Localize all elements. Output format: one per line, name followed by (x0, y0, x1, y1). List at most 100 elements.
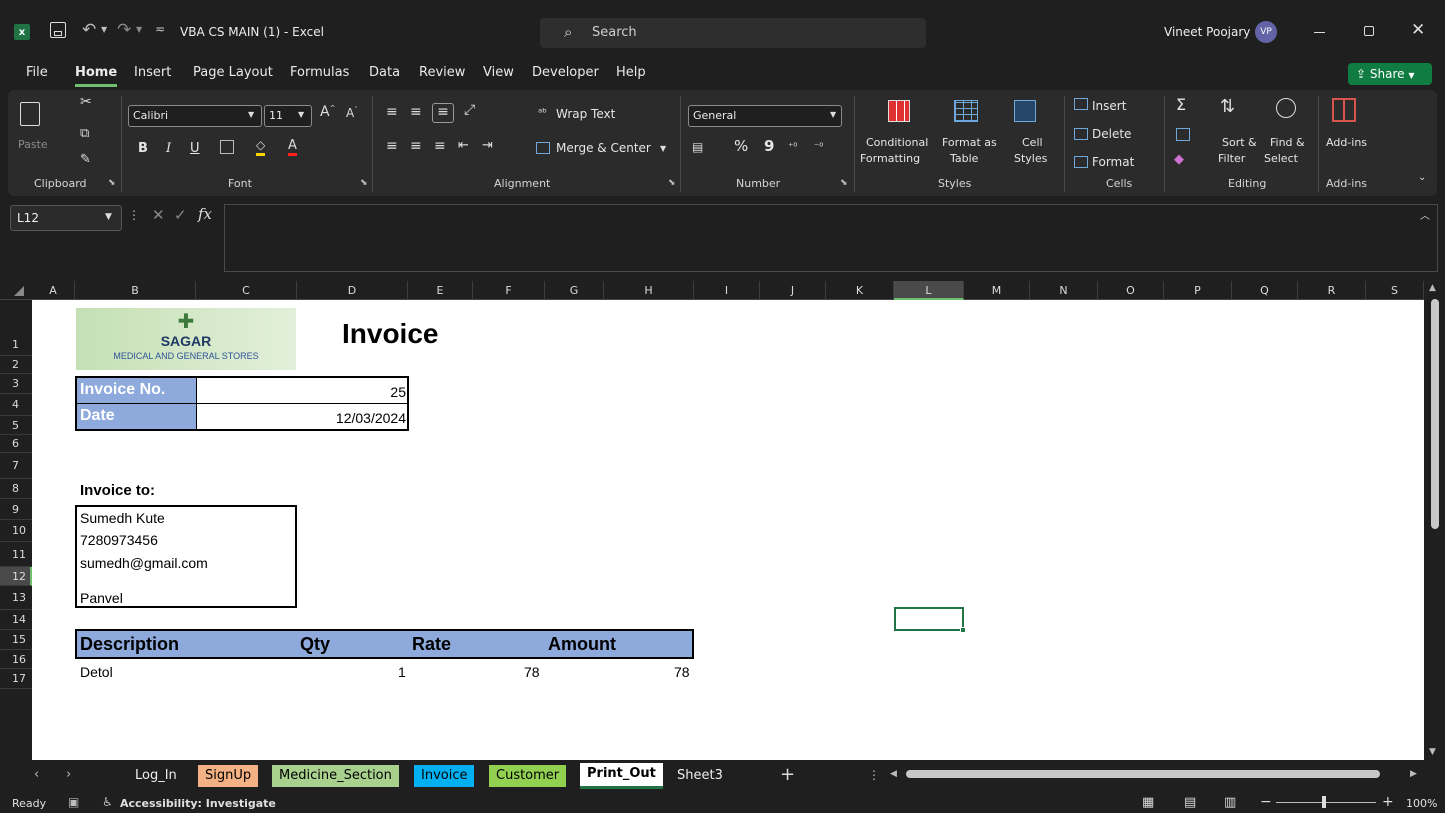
align-right-icon[interactable]: ≡ (434, 138, 446, 154)
column-header[interactable]: F (473, 281, 545, 300)
column-header[interactable]: C (196, 281, 297, 300)
format-as-table-icon[interactable] (954, 100, 978, 122)
copy-icon[interactable]: ⧉ (80, 126, 89, 141)
column-header[interactable]: A (32, 281, 75, 300)
chevron-down-icon[interactable]: ▼ (101, 25, 107, 34)
invoice-no-value[interactable]: 25 (390, 384, 406, 400)
fill-color-icon[interactable]: ◇ (256, 138, 266, 156)
macro-record-icon[interactable]: ▣ (68, 795, 79, 809)
tab-formulas[interactable]: Formulas (290, 60, 349, 86)
align-bottom-icon[interactable]: ≡ (432, 103, 454, 123)
collapse-formula-bar-icon[interactable]: ︿ (1420, 207, 1430, 222)
increase-decimal-icon[interactable]: ⁺⁰ (788, 142, 797, 153)
conditional-formatting-label-2[interactable]: Formatting (860, 152, 920, 165)
format-cells-button[interactable]: Format (1092, 156, 1134, 169)
scroll-left-icon[interactable]: ◀ (890, 769, 897, 779)
add-ins-button-label[interactable]: Add-ins (1326, 136, 1367, 149)
column-header[interactable]: K (826, 281, 894, 300)
row-header[interactable]: 17 (0, 669, 32, 689)
cut-icon[interactable]: ✂ (80, 94, 92, 110)
underline-button[interactable]: U (190, 142, 200, 155)
add-ins-icon[interactable] (1332, 98, 1356, 122)
clear-icon[interactable]: ◆ (1174, 152, 1184, 167)
row-header[interactable]: 1 (0, 300, 32, 356)
dialog-launcher-icon[interactable]: ⬊ (360, 178, 368, 188)
tab-review[interactable]: Review (419, 60, 465, 86)
font-name-select[interactable]: Calibri (128, 105, 262, 127)
name-box[interactable]: L12 ▼ (10, 205, 122, 231)
row-header[interactable]: 2 (0, 356, 32, 374)
normal-view-icon[interactable]: ▦ (1142, 795, 1154, 810)
column-header[interactable]: H (604, 281, 694, 300)
date-value[interactable]: 12/03/2024 (336, 410, 406, 426)
user-name[interactable]: Vineet Poojary (1164, 25, 1250, 39)
font-size-select[interactable]: 11 (264, 105, 312, 127)
save-icon[interactable] (50, 22, 66, 38)
font-color-icon[interactable]: A (288, 138, 297, 156)
customer-name[interactable]: Sumedh Kute (80, 510, 165, 526)
row-header[interactable]: 8 (0, 479, 32, 499)
sheet-tab-signup[interactable]: SignUp (198, 765, 259, 787)
column-header[interactable]: I (694, 281, 760, 300)
column-header[interactable]: R (1298, 281, 1366, 300)
column-header[interactable]: S (1366, 281, 1424, 300)
selected-cell-l12[interactable] (894, 607, 964, 631)
column-header[interactable]: M (964, 281, 1030, 300)
row-header[interactable]: 10 (0, 520, 32, 542)
cell-styles-icon[interactable] (1014, 100, 1036, 122)
horizontal-scroll-thumb[interactable] (906, 770, 1380, 778)
find-select-label-2[interactable]: Select (1264, 152, 1298, 165)
row-header[interactable]: 11 (0, 542, 32, 567)
chevron-down-icon[interactable]: ▼ (660, 144, 666, 153)
minimize-icon[interactable] (1314, 32, 1325, 33)
add-sheet-icon[interactable]: + (780, 764, 795, 785)
column-header[interactable]: L (894, 281, 964, 300)
tab-data[interactable]: Data (369, 60, 400, 86)
conditional-formatting-icon[interactable] (888, 100, 910, 122)
page-layout-view-icon[interactable]: ▤ (1184, 795, 1196, 810)
scroll-right-icon[interactable]: ▶ (1410, 769, 1417, 779)
delete-cells-button[interactable]: Delete (1092, 128, 1131, 141)
column-header[interactable]: G (545, 281, 604, 300)
decrease-font-icon[interactable]: Aˇ (346, 106, 358, 120)
sheet-tab-log-in[interactable]: Log_In (128, 765, 184, 787)
worksheet[interactable]: ✚ SAGAR MEDICAL AND GENERAL STORES Invoi… (32, 300, 1424, 760)
next-sheet-icon[interactable]: › (66, 767, 71, 782)
autosum-button[interactable]: Σ (1176, 97, 1186, 113)
row-header[interactable]: 4 (0, 394, 32, 416)
close-icon[interactable]: ✕ (1411, 20, 1425, 40)
column-header[interactable]: J (760, 281, 826, 300)
page-break-view-icon[interactable]: ▥ (1224, 795, 1236, 810)
fill-handle[interactable] (960, 627, 966, 633)
italic-button[interactable]: I (166, 142, 171, 155)
tab-view[interactable]: View (483, 60, 514, 86)
row-header[interactable]: 7 (0, 453, 32, 479)
sort-filter-label-1[interactable]: Sort & (1222, 136, 1257, 149)
row-header[interactable]: 9 (0, 499, 32, 520)
format-as-table-label-2[interactable]: Table (950, 152, 978, 165)
item-description[interactable]: Detol (80, 664, 113, 680)
column-header[interactable]: E (408, 281, 473, 300)
row-header[interactable]: 13 (0, 586, 32, 610)
customize-toolbar-icon[interactable]: ≂ (155, 22, 165, 36)
tab-developer[interactable]: Developer (532, 60, 599, 86)
prev-sheet-icon[interactable]: ‹ (34, 767, 39, 782)
find-select-label-1[interactable]: Find & (1270, 136, 1305, 149)
number-format-select[interactable]: General (688, 105, 842, 127)
sheet-tab-sheet3[interactable]: Sheet3 (670, 765, 730, 787)
item-qty[interactable]: 1 (398, 664, 406, 680)
formula-input[interactable] (224, 204, 1438, 272)
sheet-tab-customer[interactable]: Customer (489, 765, 567, 787)
zoom-in-icon[interactable]: + (1382, 794, 1394, 810)
select-all-icon[interactable] (14, 286, 24, 296)
percent-button[interactable]: % (734, 139, 748, 154)
accessibility-status[interactable]: Accessibility: Investigate (120, 797, 276, 810)
decrease-decimal-icon[interactable]: ⁻⁰ (814, 142, 823, 153)
increase-indent-icon[interactable]: ⇥ (482, 138, 493, 153)
tab-page-layout[interactable]: Page Layout (193, 60, 273, 86)
dialog-launcher-icon[interactable]: ⬊ (108, 178, 116, 188)
bold-button[interactable]: B (138, 142, 148, 155)
share-button[interactable]: ⇪ Share ▼ (1348, 63, 1432, 85)
formula-bar-more-icon[interactable]: ⋮ (128, 208, 140, 222)
column-header[interactable]: D (297, 281, 408, 300)
